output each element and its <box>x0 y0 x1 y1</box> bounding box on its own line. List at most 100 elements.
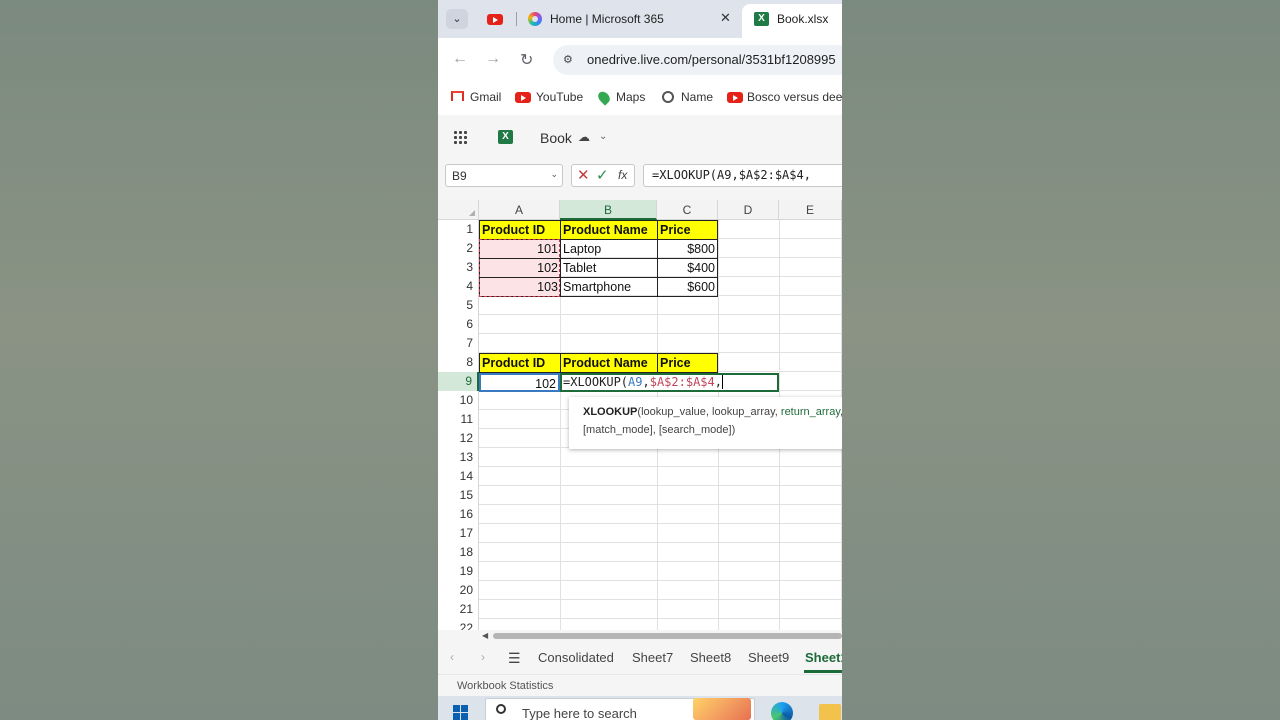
document-title[interactable]: Book <box>540 130 572 146</box>
file-explorer-icon[interactable] <box>819 704 841 720</box>
scrollbar-thumb[interactable] <box>493 633 842 639</box>
row-header[interactable]: 12 <box>438 429 479 448</box>
next-sheet-icon[interactable]: › <box>481 650 485 664</box>
tooltip-fn-name[interactable]: XLOOKUP <box>583 406 637 418</box>
enter-check-icon[interactable]: ✓ <box>596 166 609 184</box>
cell-a1[interactable]: Product ID <box>479 220 561 240</box>
bookmark-bosco[interactable]: Bosco versus deer <box>747 90 842 104</box>
excel-app-bar: X Book ☁ ⌄ <box>438 115 842 160</box>
bookmark-gmail[interactable]: Gmail <box>470 90 501 104</box>
cell-c1[interactable]: Price <box>657 220 718 240</box>
gridline <box>479 561 842 562</box>
bookmark-name[interactable]: Name <box>681 90 713 104</box>
row-header[interactable]: 17 <box>438 524 479 543</box>
row-header[interactable]: 18 <box>438 543 479 562</box>
tab-home-m365-label[interactable]: Home | Microsoft 365 <box>550 12 664 26</box>
windows-start-icon[interactable] <box>453 705 468 720</box>
function-tooltip[interactable]: XLOOKUP(lookup_value, lookup_array, retu… <box>569 397 842 449</box>
reload-icon[interactable]: ↻ <box>520 50 533 70</box>
youtube-tab-icon[interactable] <box>487 14 503 25</box>
gridline <box>479 542 842 543</box>
cell-c8[interactable]: Price <box>657 353 718 373</box>
column-header-c[interactable]: C <box>657 200 718 220</box>
row-header[interactable]: 8 <box>438 353 479 372</box>
column-header-d[interactable]: D <box>718 200 779 220</box>
sheet-tab-sheet7[interactable]: Sheet7 <box>632 650 673 665</box>
sheet-tab-sheet9[interactable]: Sheet9 <box>748 650 789 665</box>
edge-browser-icon[interactable] <box>771 702 793 720</box>
bookmark-youtube[interactable]: YouTube <box>536 90 583 104</box>
cell-b2[interactable]: Laptop <box>560 239 658 259</box>
row-header[interactable]: 21 <box>438 600 479 619</box>
gridline <box>479 485 842 486</box>
cell-a2[interactable]: 101 <box>479 239 561 259</box>
row-header[interactable]: 4 <box>438 277 479 296</box>
row-header[interactable]: 6 <box>438 315 479 334</box>
select-all-corner[interactable] <box>438 200 479 220</box>
cell-a9[interactable]: 102 <box>479 373 560 392</box>
tab-search-chevron-icon[interactable]: ⌄ <box>446 9 468 29</box>
horizontal-scrollbar[interactable]: ◀ <box>438 630 842 642</box>
bookmark-maps[interactable]: Maps <box>616 90 645 104</box>
row-header[interactable]: 14 <box>438 467 479 486</box>
column-header-a[interactable]: A <box>479 200 560 220</box>
site-info-icon[interactable]: ⚙ <box>563 54 575 66</box>
spreadsheet-grid[interactable]: A B C D E 1 2 3 4 5 6 7 8 9 10 11 12 13 … <box>438 200 842 630</box>
chevron-down-icon[interactable]: ⌄ <box>599 131 607 142</box>
omnibox[interactable]: ⚙ onedrive.live.com/personal/3531bf12089… <box>553 45 842 75</box>
sheet-tab-consolidated[interactable]: Consolidated <box>538 650 614 665</box>
workbook-statistics[interactable]: Workbook Statistics <box>457 680 553 692</box>
formula-input[interactable]: =XLOOKUP(A9,$A$2:$A$4, <box>643 164 842 187</box>
row-header[interactable]: 11 <box>438 410 479 429</box>
cell-b9-editing[interactable]: =XLOOKUP(A9,$A$2:$A$4, <box>560 373 779 392</box>
bookmarks-bar: Gmail YouTube Maps Name Bosco versus dee… <box>438 82 842 112</box>
cell-a8[interactable]: Product ID <box>479 353 561 373</box>
row-header[interactable]: 13 <box>438 448 479 467</box>
microsoft365-icon <box>528 12 542 26</box>
row-header[interactable]: 16 <box>438 505 479 524</box>
tab-close-icon[interactable]: ✕ <box>720 10 731 26</box>
address-bar: ← → ↻ ⚙ onedrive.live.com/personal/3531b… <box>438 38 842 82</box>
cell-c4[interactable]: $600 <box>657 277 718 297</box>
row-header[interactable]: 15 <box>438 486 479 505</box>
row-header[interactable]: 2 <box>438 239 479 258</box>
cell-c3[interactable]: $400 <box>657 258 718 278</box>
sheet-tab-sheet1[interactable]: Sheet1 <box>805 650 842 665</box>
all-sheets-menu-icon[interactable]: ☰ <box>508 650 521 667</box>
chevron-down-icon[interactable]: ⌄ <box>550 169 558 180</box>
name-box-value: B9 <box>452 169 467 183</box>
cancel-icon[interactable]: ✕ <box>577 166 590 184</box>
row-header[interactable]: 10 <box>438 391 479 410</box>
cell-b4[interactable]: Smartphone <box>560 277 658 297</box>
row-header[interactable]: 5 <box>438 296 479 315</box>
row-header[interactable]: 22 <box>438 619 479 630</box>
back-icon[interactable]: ← <box>452 50 468 68</box>
formula-sep: , <box>642 375 650 389</box>
cell-b3[interactable]: Tablet <box>560 258 658 278</box>
autosave-cloud-icon[interactable]: ☁ <box>578 130 590 144</box>
gridline <box>479 466 842 467</box>
tab-book-xlsx[interactable]: X Book.xlsx <box>742 4 842 38</box>
excel-logo-icon[interactable]: X <box>498 130 513 144</box>
name-box[interactable]: B9 ⌄ <box>445 164 563 187</box>
row-header[interactable]: 1 <box>438 220 479 239</box>
column-header-e[interactable]: E <box>779 200 842 220</box>
prev-sheet-icon[interactable]: ‹ <box>450 650 454 664</box>
row-header[interactable]: 7 <box>438 334 479 353</box>
row-header[interactable]: 20 <box>438 581 479 600</box>
insert-function-icon[interactable]: fx <box>618 168 627 182</box>
cell-b8[interactable]: Product Name <box>560 353 658 373</box>
cell-a4[interactable]: 103 <box>479 277 561 297</box>
row-header[interactable]: 19 <box>438 562 479 581</box>
sheet-tab-sheet8[interactable]: Sheet8 <box>690 650 731 665</box>
cell-b1[interactable]: Product Name <box>560 220 658 240</box>
row-header[interactable]: 3 <box>438 258 479 277</box>
column-header-b[interactable]: B <box>560 200 657 220</box>
forward-icon[interactable]: → <box>485 50 501 68</box>
cell-c2[interactable]: $800 <box>657 239 718 259</box>
cell-a3[interactable]: 102 <box>479 258 561 278</box>
scroll-left-icon[interactable]: ◀ <box>482 631 488 640</box>
row-header-selected[interactable]: 9 <box>438 372 479 391</box>
app-launcher-icon[interactable] <box>453 130 468 145</box>
maps-icon <box>595 89 613 106</box>
